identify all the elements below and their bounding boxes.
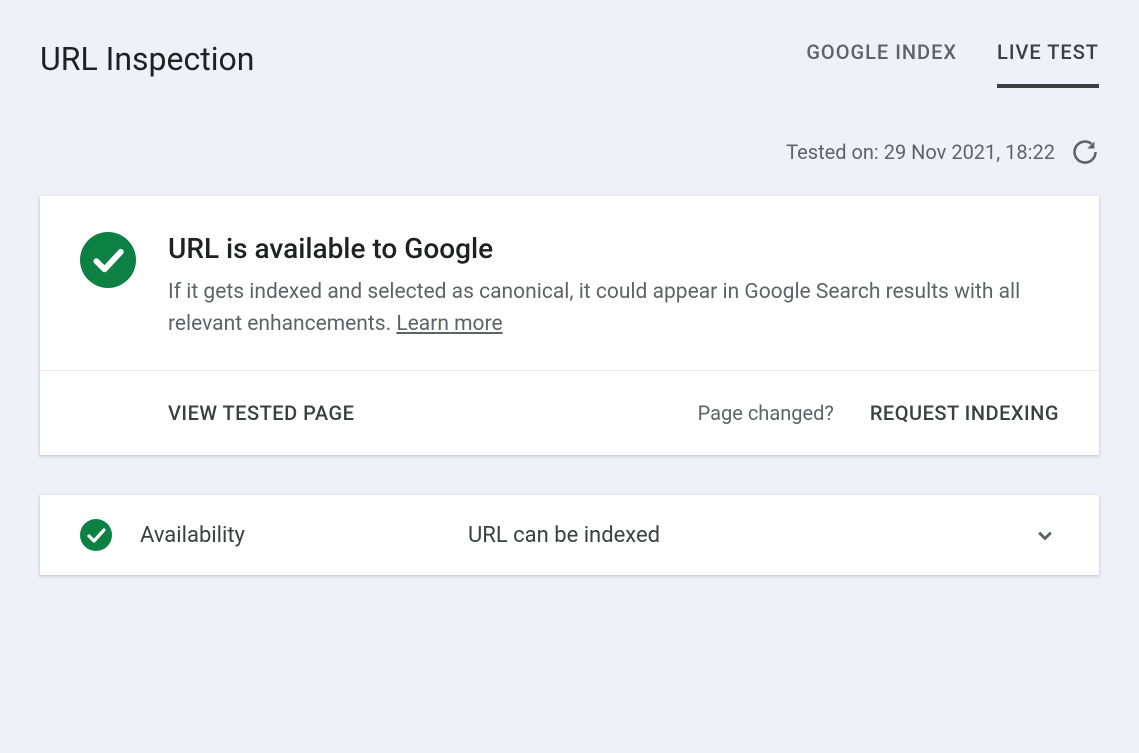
tested-on-label: Tested on: 29 Nov 2021, 18:22 (786, 140, 1055, 164)
tabs: GOOGLE INDEX LIVE TEST (806, 40, 1099, 88)
page-changed-label: Page changed? (698, 401, 834, 425)
tab-google-index[interactable]: GOOGLE INDEX (806, 40, 957, 88)
tested-row: Tested on: 29 Nov 2021, 18:22 (40, 138, 1099, 166)
view-tested-page-button[interactable]: VIEW TESTED PAGE (168, 401, 354, 425)
status-description-text: If it gets indexed and selected as canon… (168, 280, 1020, 336)
availability-value: URL can be indexed (468, 523, 1003, 548)
availability-label: Availability (140, 523, 440, 548)
status-description: If it gets indexed and selected as canon… (168, 277, 1059, 340)
status-card: URL is available to Google If it gets in… (40, 196, 1099, 455)
status-title: URL is available to Google (168, 232, 1059, 265)
learn-more-link[interactable]: Learn more (396, 312, 502, 336)
chevron-down-icon[interactable] (1031, 521, 1059, 549)
page-title: URL Inspection (40, 40, 254, 78)
request-indexing-button[interactable]: REQUEST INDEXING (870, 401, 1059, 425)
tab-live-test[interactable]: LIVE TEST (997, 40, 1099, 88)
refresh-icon[interactable] (1071, 138, 1099, 166)
check-circle-icon (80, 519, 112, 551)
status-card-actions: VIEW TESTED PAGE Page changed? REQUEST I… (40, 371, 1099, 455)
status-card-main: URL is available to Google If it gets in… (40, 196, 1099, 371)
status-card-content: URL is available to Google If it gets in… (168, 232, 1059, 340)
availability-row[interactable]: Availability URL can be indexed (40, 495, 1099, 575)
check-circle-icon (80, 232, 136, 288)
header: URL Inspection GOOGLE INDEX LIVE TEST (40, 40, 1099, 88)
